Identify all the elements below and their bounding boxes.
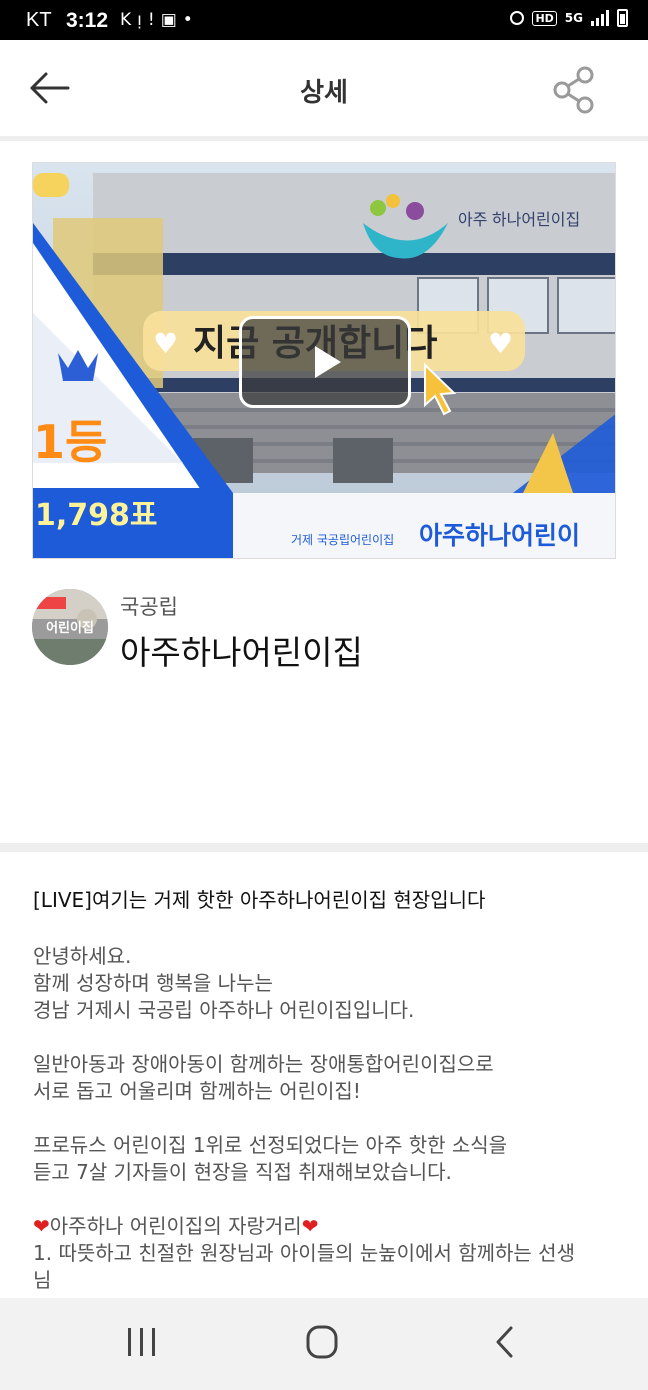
banner-small-text: 거제 국공립어린이집 [291,533,394,547]
heart-left-icon: ♥ [153,327,178,360]
battery-icon [617,9,628,27]
carrier-label: KT [26,9,52,31]
signal-icon [591,10,609,26]
post-title: [LIVE]여기는 거제 핫한 아주하나어린이집 현장입니다 [33,888,486,912]
wifi-call-icon: ᴉ! [137,10,161,30]
home-button[interactable] [292,1320,352,1364]
status-bar: KT 3:12 Kᴉ!▣• HD 5G [0,0,648,40]
paragraph-2: 일반아동과 장애아동이 함께하는 장애통합어린이집으로 서로 돕고 어울리며 함… [33,1052,494,1103]
heart-right-icon: ♥ [488,327,513,360]
paragraph-4: ❤아주하나 어린이집의 자랑거리❤ 1. 따뜻하고 친절한 원장님과 아이들의 … [33,1213,618,1294]
channel-name[interactable]: 아주하나어린이집 [120,626,363,674]
highlight-heading: ❤아주하나 어린이집의 자랑거리❤ [33,1214,319,1238]
page-title: 상세 [300,78,348,108]
hd-voice-icon: HD [532,10,557,26]
top-app-bar: 상세 [0,40,648,141]
recent-apps-button[interactable] [112,1320,172,1364]
channel-category: 국공립 [120,595,178,619]
avatar-caption: 어린이집 [46,621,94,636]
channel-avatar[interactable]: 어린이집 [32,589,108,665]
clock: 3:12 [66,9,109,32]
red-heart-icon: ❤ [301,1214,319,1238]
paragraph-3: 프로듀스 어린이집 1위로 선정되었다는 아주 핫한 소식을 듣고 7살 기자들… [33,1133,508,1184]
rank-label: 1등 [33,415,107,469]
video-player[interactable]: 아주 하나어린이집 1등 1,798표 ♥ ♥ 지금 공개합니다 거제 국공립어… [32,162,616,559]
paragraph-1: 안녕하세요. 함께 성장하며 행복을 나누는 경남 거제시 국공립 아주하나 어… [33,944,415,1022]
recent-apps-icon [128,1328,155,1356]
vote-count: 1,798표 [35,498,158,533]
play-button[interactable] [239,316,411,408]
building-sign-text: 아주 하나어린이집 [458,211,580,229]
share-button[interactable] [552,66,598,114]
alarm-icon [510,11,525,25]
home-icon [306,1325,338,1359]
notification-icons: Kᴉ!▣• [120,10,199,30]
play-icon [315,346,341,378]
share-icon [553,66,594,114]
system-icons: HD 5G [510,9,628,27]
red-heart-icon: ❤ [33,1214,50,1238]
banner-large-text: 아주하나어린이 [419,521,580,550]
post-description: [LIVE]여기는 거제 핫한 아주하나어린이집 현장입니다 안녕하세요. 함께… [33,885,618,1298]
network-5g-icon: 5G [564,11,583,25]
image-icon: ▣ [160,10,183,30]
section-divider [0,843,648,852]
k-app-icon: K [120,10,138,30]
more-dot-icon: • [182,10,199,30]
nav-back-icon [496,1326,513,1358]
system-nav-bar [0,1298,648,1390]
nav-back-button[interactable] [474,1320,534,1364]
